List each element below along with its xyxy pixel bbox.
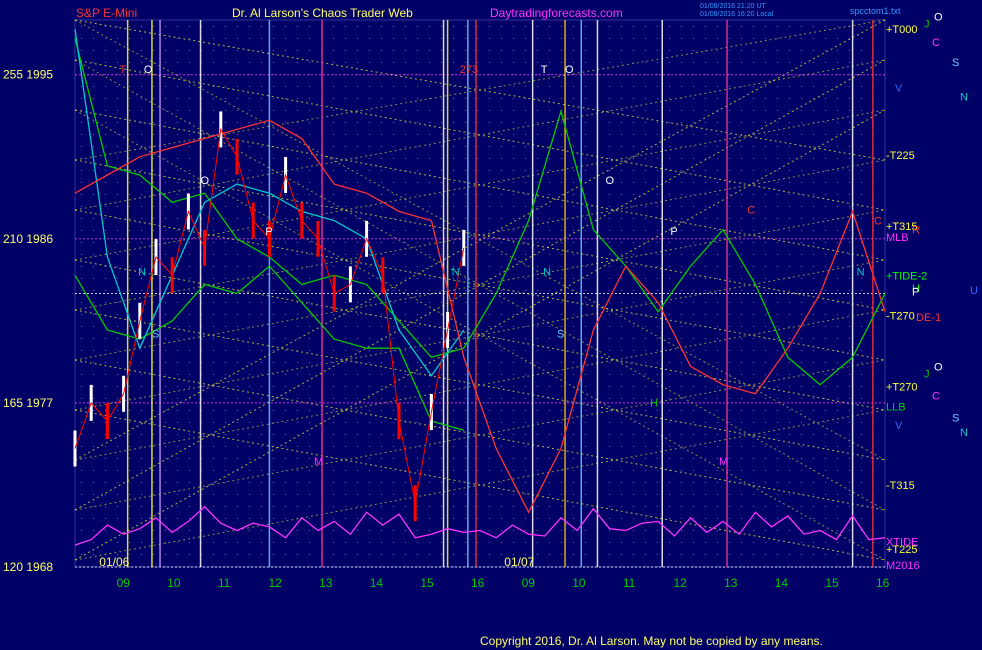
right-level-label: +T225 (886, 544, 918, 556)
chart-marker-label: P (265, 226, 272, 238)
right-level-label: N (960, 92, 968, 104)
chaos-chart: T O 273 T OO OP PN N N NS SM MHC 255 1995210 198616… (0, 0, 982, 650)
right-level-label: N (960, 427, 968, 439)
right-level-label: +T000 (886, 24, 918, 36)
x-hour-label: 15 (420, 576, 434, 590)
right-level-label: R (912, 225, 920, 237)
chart-marker-label: O (606, 175, 615, 187)
right-level-label: -T270 (886, 310, 915, 322)
x-hour-label: 16 (471, 576, 485, 590)
x-hour-label: 09 (522, 576, 536, 590)
chart-marker-label: N (138, 266, 146, 278)
timestamp-local: 01/08/2016 16:20 Local (700, 11, 774, 18)
right-level-label: M2016 (886, 560, 920, 572)
chart-marker-label: O (201, 175, 210, 187)
right-level-label: C (932, 37, 940, 49)
x-hour-label: 15 (825, 576, 839, 590)
x-hour-label: 13 (724, 576, 738, 590)
right-level-label: V (895, 420, 903, 432)
x-hour-label: 11 (623, 576, 636, 590)
right-level-label: LLB (886, 402, 906, 414)
right-level-label: J (924, 369, 930, 381)
chart-marker-label: O (565, 64, 574, 76)
chart-marker-label: M (719, 456, 728, 468)
y-tick-label: 255 1995 (3, 68, 53, 82)
x-hour-label: 14 (370, 576, 384, 590)
right-level-label: -T225 (886, 150, 915, 162)
right-level-label: -T315 (886, 480, 915, 492)
right-level-label: U (970, 285, 978, 297)
x-hour-label: 13 (319, 576, 333, 590)
x-hour-label: 11 (218, 576, 231, 590)
x-hour-label: 12 (268, 576, 282, 590)
x-hour-label: 14 (775, 576, 789, 590)
chart-marker-label: N (543, 266, 551, 278)
right-level-label: C (874, 216, 882, 228)
right-level-label: +TIDE-2 (886, 270, 927, 282)
chart-marker-label: P (670, 226, 677, 238)
right-level-label: J (924, 19, 930, 31)
x-hour-label: 16 (876, 576, 890, 590)
y-tick-label: 210 1986 (3, 232, 53, 246)
y-tick-label: 120 1968 (3, 560, 53, 574)
x-hour-label: 10 (572, 576, 586, 590)
y-tick-label: 165 1977 (3, 396, 53, 410)
right-level-label: S (952, 412, 959, 424)
symbol-label: S&P E-Mini (76, 6, 137, 20)
right-level-label: MLB (886, 232, 909, 244)
right-level-label: O (934, 11, 943, 23)
right-level-label: C (932, 391, 940, 403)
x-hour-label: 12 (673, 576, 687, 590)
chart-marker-label: M (314, 456, 323, 468)
chart-marker-label: O (144, 64, 153, 76)
chart-marker-label: 273 (460, 64, 478, 76)
chart-marker-label: S (152, 328, 159, 340)
chart-marker-label: T (541, 64, 548, 76)
right-level-label: O (934, 361, 943, 373)
right-level-label: S (952, 57, 959, 69)
x-date-label: 01/07 (504, 555, 534, 569)
site-link[interactable]: Daytradingforecasts.com (490, 6, 623, 20)
chart-marker-label: H (650, 398, 658, 410)
chart-marker-label: C (747, 204, 755, 216)
right-level-label: V (895, 82, 903, 94)
right-level-label: DE-1 (916, 312, 941, 324)
chart-title: Dr. Al Larson's Chaos Trader Web (232, 6, 413, 20)
timestamp-ut: 01/08/2016 21:20 UT (700, 3, 766, 10)
chart-marker-label: T (120, 64, 127, 76)
x-date-label: 01/06 (99, 555, 129, 569)
x-hour-label: 09 (117, 576, 131, 590)
chart-marker-label: N (452, 266, 460, 278)
x-hour-label: 10 (167, 576, 181, 590)
copyright-notice: Copyright 2016, Dr. Al Larson. May not b… (480, 634, 823, 648)
chart-marker-label: N (857, 266, 865, 278)
right-level-label: P (912, 287, 919, 299)
chart-marker-label: S (557, 328, 564, 340)
right-level-label: +T270 (886, 381, 918, 393)
chart-filename: spcctom1.txt (850, 6, 901, 16)
